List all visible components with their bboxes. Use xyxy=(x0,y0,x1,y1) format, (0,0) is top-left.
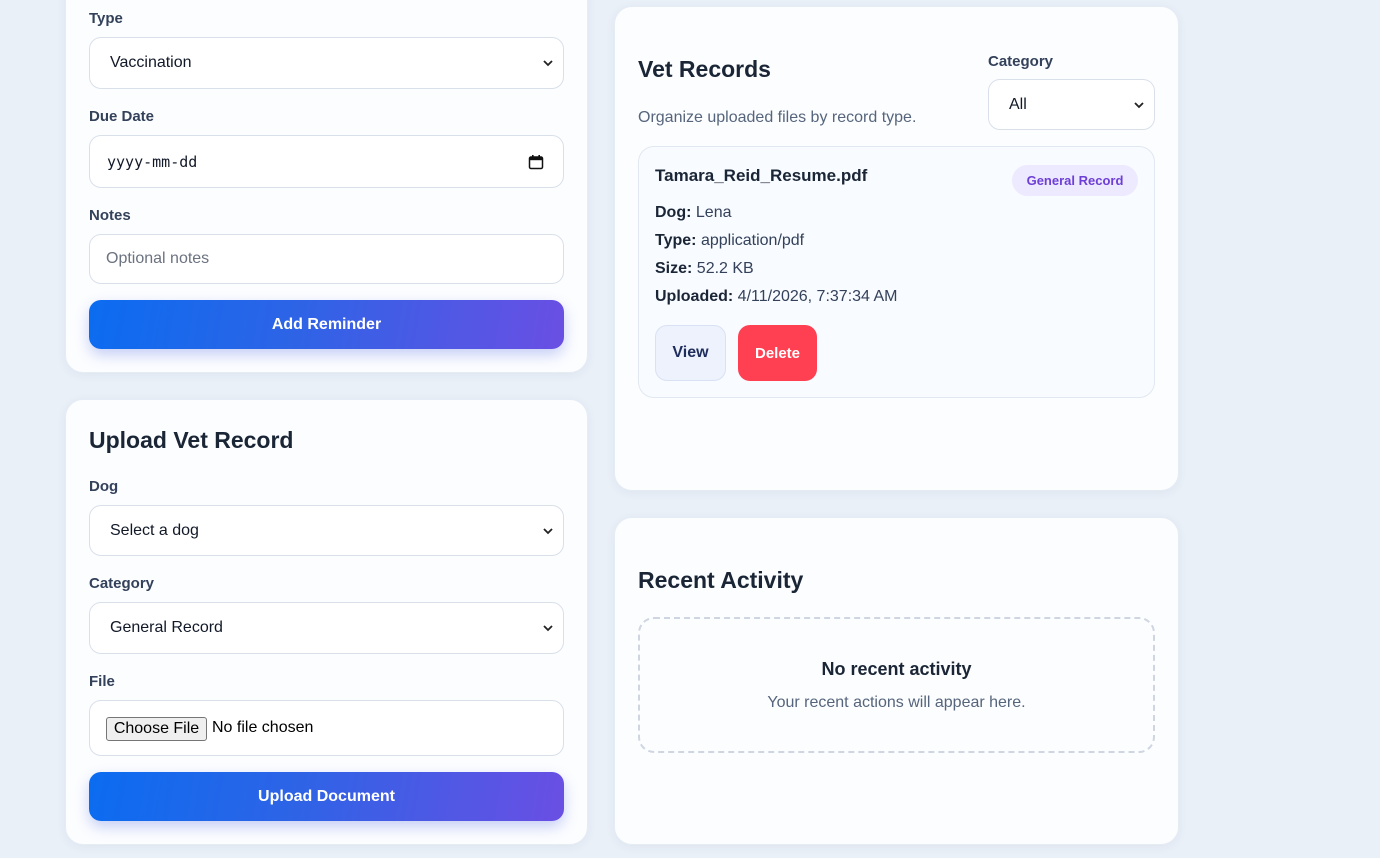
category-select[interactable]: General Record xyxy=(89,602,564,654)
record-uploaded: Uploaded: 4/11/2026, 7:37:34 AM xyxy=(655,288,898,306)
filter-category-select[interactable]: All xyxy=(988,79,1155,130)
choose-file-button[interactable]: Choose File xyxy=(106,717,207,741)
record-type-label: Type: xyxy=(655,232,697,249)
notes-input[interactable]: Optional notes xyxy=(89,234,564,284)
vet-records-title: Vet Records xyxy=(638,56,771,82)
file-input[interactable]: Choose File No file chosen xyxy=(89,700,564,756)
record-dog-label: Dog: xyxy=(655,204,692,221)
chevron-down-icon xyxy=(543,625,553,632)
record-size-label: Size: xyxy=(655,260,693,277)
record-dog: Dog: Lena xyxy=(655,204,731,222)
chevron-down-icon xyxy=(543,60,553,67)
record-size: Size: 52.2 KB xyxy=(655,260,754,278)
record-type-value: application/pdf xyxy=(700,232,805,249)
category-label: Category xyxy=(89,575,155,592)
view-record-button[interactable]: View xyxy=(655,325,726,381)
file-status: No file chosen xyxy=(212,719,314,736)
empty-state-text: Your recent actions will appear here. xyxy=(767,694,1026,711)
calendar-icon[interactable] xyxy=(528,154,544,170)
due-date-input[interactable]: yyyy-mm-dd xyxy=(89,135,564,188)
add-reminder-button[interactable]: Add Reminder xyxy=(89,300,564,349)
recent-activity-empty-state: No recent activity Your recent actions w… xyxy=(638,617,1155,753)
record-uploaded-label: Uploaded: xyxy=(655,288,734,305)
record-uploaded-value: 4/11/2026, 7:37:34 AM xyxy=(737,288,898,305)
upload-document-button[interactable]: Upload Document xyxy=(89,772,564,821)
dog-select-value: Select a dog xyxy=(110,521,199,539)
type-label: Type xyxy=(89,10,123,27)
file-label: File xyxy=(89,673,115,690)
record-filename: Tamara_Reid_Resume.pdf xyxy=(655,166,868,185)
chevron-down-icon xyxy=(1134,101,1144,108)
type-select[interactable]: Vaccination xyxy=(89,37,564,89)
recent-activity-title: Recent Activity xyxy=(638,567,804,593)
due-date-placeholder: yyyy-mm-dd xyxy=(107,152,198,171)
category-select-value: General Record xyxy=(110,619,223,636)
record-dog-value: Lena xyxy=(695,204,732,221)
delete-record-button[interactable]: Delete xyxy=(738,325,817,381)
due-date-label: Due Date xyxy=(89,108,155,125)
dog-select[interactable]: Select a dog xyxy=(89,505,564,556)
empty-state-title: No recent activity xyxy=(821,659,972,679)
notes-placeholder: Optional notes xyxy=(106,250,210,267)
filter-category-value: All xyxy=(1009,95,1027,113)
type-select-value: Vaccination xyxy=(110,54,192,71)
upload-record-title: Upload Vet Record xyxy=(89,427,294,453)
dog-label: Dog xyxy=(89,478,119,495)
notes-label: Notes xyxy=(89,207,131,224)
vet-records-subtitle: Organize uploaded files by record type. xyxy=(638,109,917,126)
chevron-down-icon xyxy=(543,527,553,534)
filter-category-label: Category xyxy=(988,53,1054,70)
record-type: Type: application/pdf xyxy=(655,232,804,250)
record-category-badge: General Record xyxy=(1012,165,1138,196)
record-size-value: 52.2 KB xyxy=(696,260,754,277)
